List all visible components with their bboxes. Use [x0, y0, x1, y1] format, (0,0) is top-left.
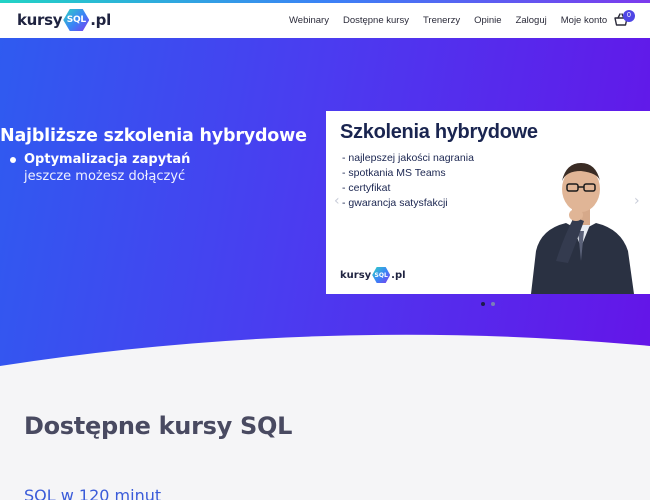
hero-course-list: Optymalizacja zapytań jeszcze możesz doł…	[10, 152, 210, 184]
carousel-indicators	[481, 302, 495, 306]
hero-course-item[interactable]: Optymalizacja zapytań	[10, 152, 210, 167]
hero-title: Najbliższe szkolenia hybrydowe	[0, 126, 307, 146]
presenter-photo	[531, 163, 634, 294]
carousel-dot[interactable]	[491, 302, 495, 306]
bullet-dot	[10, 156, 16, 163]
logo-text-right: .pl	[90, 11, 111, 29]
main-nav: Webinary Dostępne kursy Trenerzy Opinie …	[289, 3, 607, 38]
site-header: kursy SQL .pl Webinary Dostępne kursy Tr…	[0, 3, 650, 38]
carousel-dot[interactable]	[481, 302, 485, 306]
hero-text: Najbliższe szkolenia hybrydowe Optymaliz…	[0, 126, 307, 184]
banner-feature-list: - najlepszej jakości nagrania - spotkani…	[342, 151, 474, 211]
banner-logo-left: kursy	[340, 269, 372, 281]
nav-moje-konto[interactable]: Moje konto	[561, 15, 607, 26]
banner-logo: kursy SQL .pl	[340, 267, 406, 283]
nav-zaloguj[interactable]: Zaloguj	[516, 15, 547, 26]
nav-opinie[interactable]: Opinie	[474, 15, 501, 26]
banner-feature-item: - gwarancja satysfakcji	[342, 197, 448, 209]
section-title: Dostępne kursy SQL	[24, 412, 293, 440]
carousel-slide-banner[interactable]: Szkolenia hybrydowe - najlepszej jakości…	[326, 111, 650, 294]
hero-subtitle: jeszcze możesz dołączyć	[24, 169, 186, 184]
banner-title: Szkolenia hybrydowe	[340, 121, 538, 143]
cart-count-badge: 0	[623, 10, 635, 22]
logo-hexagon: SQL	[63, 9, 90, 31]
site-logo[interactable]: kursy SQL .pl	[17, 9, 111, 31]
banner-feature-item: - certyfikat	[342, 182, 391, 194]
hero-course-link[interactable]: Optymalizacja zapytań	[24, 152, 190, 167]
nav-dostepne-kursy[interactable]: Dostępne kursy	[343, 15, 409, 26]
logo-text-left: kursy	[17, 11, 63, 29]
chevron-right-icon[interactable]: ›	[634, 193, 640, 209]
banner-logo-hexagon: SQL	[372, 267, 391, 283]
nav-trenerzy[interactable]: Trenerzy	[423, 15, 460, 26]
banner-feature-item: - spotkania MS Teams	[342, 167, 446, 179]
chevron-left-icon[interactable]: ‹	[334, 193, 340, 209]
course-title-link[interactable]: SQL w 120 minut	[24, 486, 161, 500]
banner-feature-item: - najlepszej jakości nagrania	[342, 152, 474, 164]
nav-webinary[interactable]: Webinary	[289, 15, 329, 26]
hero-wave-divider	[0, 334, 650, 386]
banner-logo-right: .pl	[391, 269, 406, 281]
